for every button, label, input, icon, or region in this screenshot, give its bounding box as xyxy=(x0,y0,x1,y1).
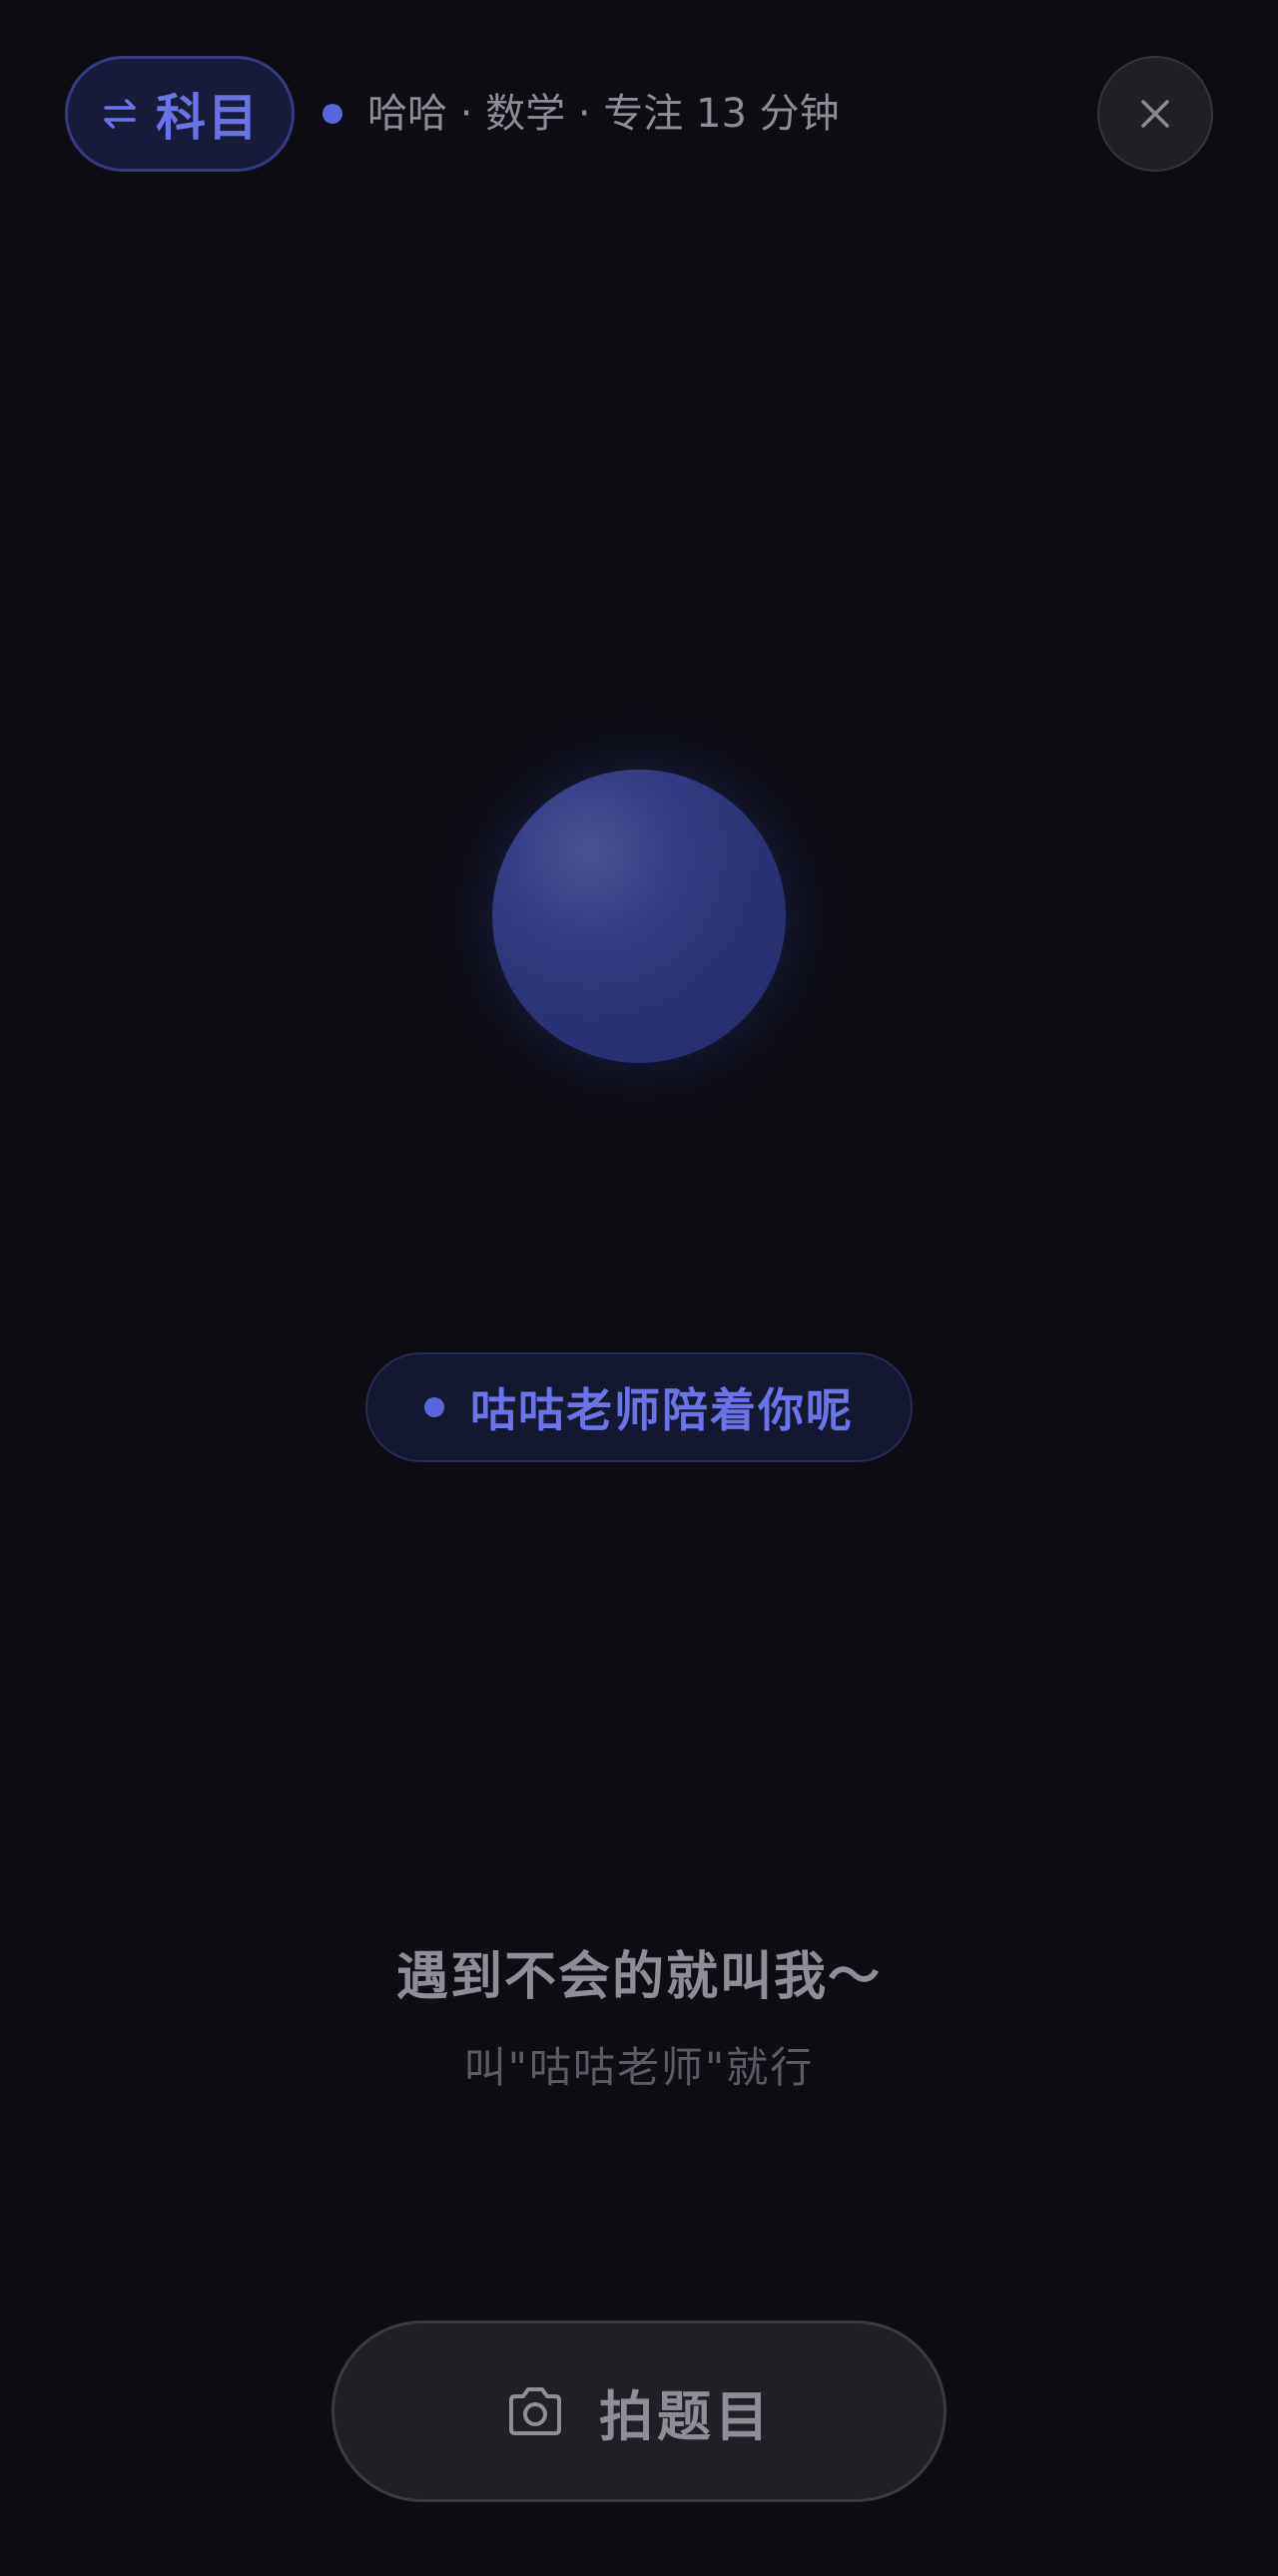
status-indicator-dot xyxy=(322,104,342,124)
assistant-status-pill: 咕咕老师陪着你呢 xyxy=(365,1352,913,1462)
subject-switch-button[interactable]: 科目 xyxy=(65,56,295,172)
swap-arrows-icon xyxy=(100,97,140,131)
close-icon xyxy=(1137,96,1173,132)
close-button[interactable] xyxy=(1097,56,1213,172)
camera-icon xyxy=(505,2384,565,2438)
assistant-voice-orb[interactable] xyxy=(492,770,786,1063)
session-status-text: 哈哈 · 数学 · 专注 13 分钟 xyxy=(367,91,840,137)
photo-button-label: 拍题目 xyxy=(599,2384,773,2448)
assistant-status-dot xyxy=(424,1397,444,1417)
assistant-status-text: 咕咕老师陪着你呢 xyxy=(470,1383,854,1437)
subject-button-label: 科目 xyxy=(156,89,260,147)
photo-question-button[interactable]: 拍题目 xyxy=(331,2320,947,2502)
hint-subtitle: 叫"咕咕老师"就行 xyxy=(463,2043,815,2092)
hint-title: 遇到不会的就叫我～ xyxy=(395,1947,882,2007)
